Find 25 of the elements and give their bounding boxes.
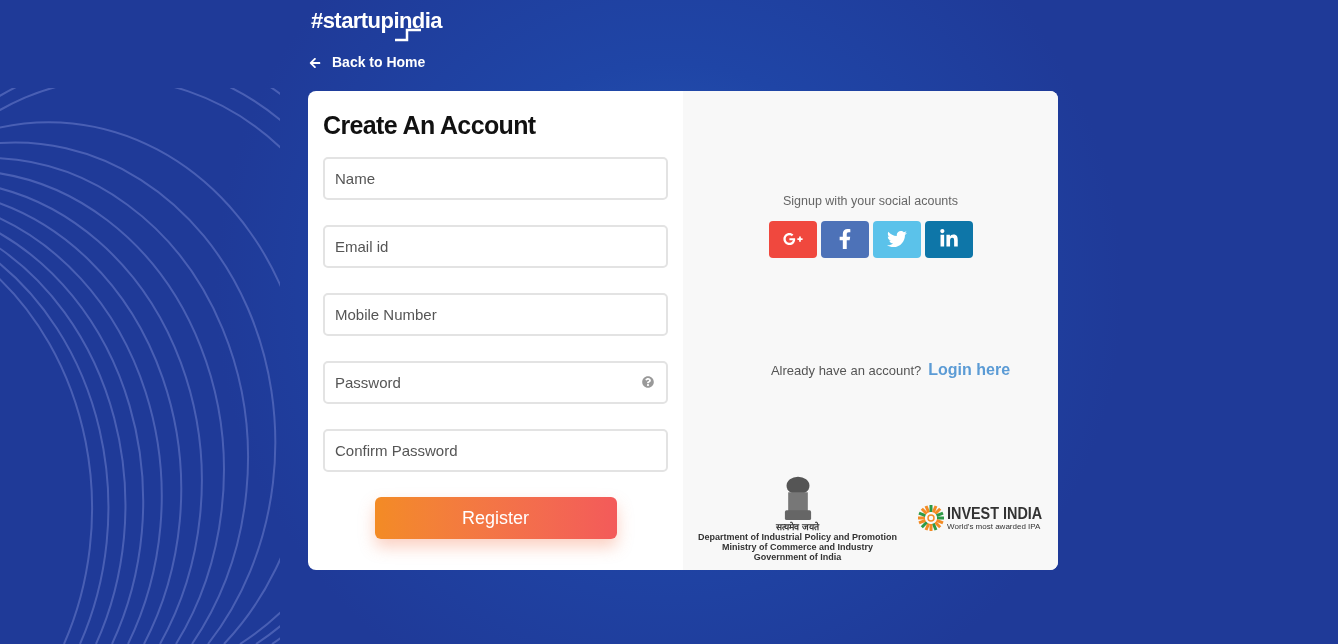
input-field[interactable]: Mobile Number [323,293,668,336]
emblem-caption: सत्यमेव जयते [776,522,819,532]
input-field[interactable]: Email id [323,225,668,268]
social-signup-heading: Signup with your social acounts [782,193,959,210]
emblem-caption: Department of Industrial Policy and Promotion [698,532,898,542]
input-field[interactable]: Password [323,361,668,404]
facebook-signup-button[interactable] [820,220,869,258]
help-icon[interactable] [642,376,654,388]
invest-india-tagline: World's most awarded IPA [947,521,1042,532]
bird-icon [886,229,907,250]
in-letters-icon [938,229,959,250]
startupindia-logo[interactable]: #startupindia [308,6,445,44]
login-prompt: Already have an account? [770,361,922,380]
form-title: Create An Account [323,110,537,141]
sunburst-logo-icon [917,504,946,532]
input-field[interactable]: Name [323,157,668,200]
google-signup-button[interactable] [768,220,817,258]
linkedin-signup-button[interactable] [924,220,973,258]
twitter-signup-button[interactable] [872,220,921,258]
emblem-caption: Ministry of Commerce and Industry [722,542,874,552]
invest-india-name: INVEST INDIA [947,504,1043,522]
back-to-home-link[interactable]: Back to Home [308,52,426,73]
input-field[interactable]: Confirm Password [323,429,668,472]
emblem-caption: Government of India [753,552,842,562]
back-arrow-icon [308,56,322,69]
